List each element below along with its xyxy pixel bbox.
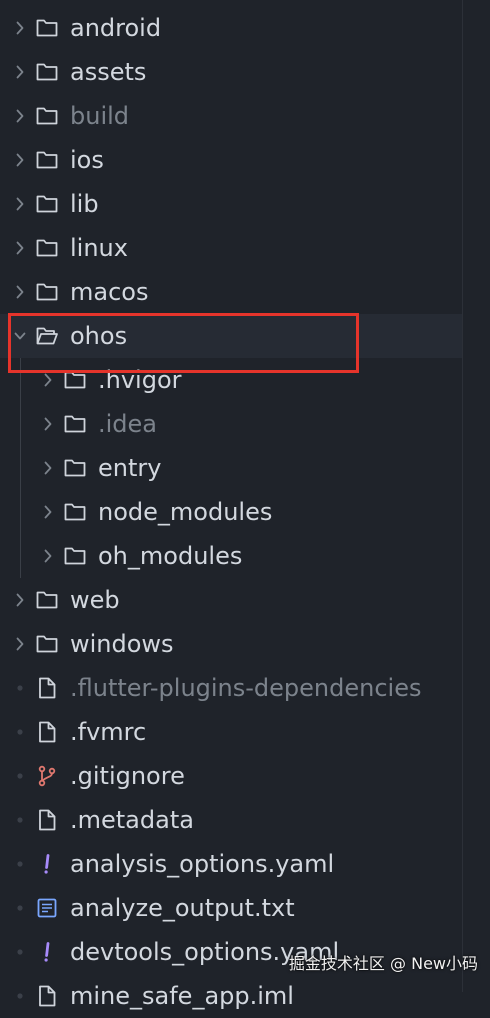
folder-icon: [36, 239, 58, 257]
tree-item-label: analysis_options.yaml: [70, 850, 335, 878]
chevron-down-icon[interactable]: [14, 329, 26, 343]
chevron-right-icon[interactable]: [14, 637, 26, 651]
tree-item-label: ios: [70, 146, 104, 174]
file-row-dot-fvmrc[interactable]: .fvmrc: [0, 710, 462, 754]
bullet-dot-icon: [17, 993, 23, 999]
bullet-dot-icon: [17, 729, 23, 735]
chevron-right-icon[interactable]: [14, 153, 26, 167]
folder-row-build[interactable]: build: [0, 94, 462, 138]
chevron-right-icon[interactable]: [14, 109, 26, 123]
tree-item-label: assets: [70, 58, 147, 86]
file-row-dot-gitignore[interactable]: .gitignore: [0, 754, 462, 798]
file-explorer: android assets build ios lib linux macos ohos .h…: [0, 0, 490, 1010]
file-icon: [39, 677, 56, 699]
folder-row-linux[interactable]: linux: [0, 226, 462, 270]
folder-row-dot-idea[interactable]: .idea: [0, 402, 462, 446]
chevron-right-icon[interactable]: [14, 197, 26, 211]
tree-item-label: oh_modules: [98, 542, 243, 570]
tree-item-label: .flutter-plugins-dependencies: [70, 674, 422, 702]
tree-item-label: ohos: [70, 322, 128, 350]
folder-row-ios[interactable]: ios: [0, 138, 462, 182]
bullet-dot-icon: [17, 905, 23, 911]
folder-row-macos[interactable]: macos: [0, 270, 462, 314]
text-file-icon: [37, 898, 57, 918]
tree-item-label: macos: [70, 278, 149, 306]
chevron-right-icon[interactable]: [14, 285, 26, 299]
folder-icon: [36, 195, 58, 213]
folder-icon: [36, 591, 58, 609]
chevron-right-icon[interactable]: [14, 241, 26, 255]
file-icon: [39, 721, 56, 743]
file-icon: [39, 985, 56, 1007]
tree-item-label: web: [70, 586, 120, 614]
chevron-right-icon[interactable]: [14, 593, 26, 607]
folder-row-oh-modules[interactable]: oh_modules: [0, 534, 462, 578]
tree-item-label: .idea: [98, 410, 158, 438]
folder-icon: [36, 19, 58, 37]
folder-row-entry[interactable]: entry: [0, 446, 462, 490]
folder-icon: [36, 283, 58, 301]
tree-item-label: lib: [70, 190, 99, 218]
tree-item-label: .hvigor: [98, 366, 182, 394]
git-branch-icon: [38, 765, 56, 787]
folder-icon: [64, 371, 86, 389]
chevron-right-icon[interactable]: [42, 549, 54, 563]
file-icon: [39, 809, 56, 831]
folder-row-web[interactable]: web: [0, 578, 462, 622]
file-row-dot-flutter-plugins-dependencies[interactable]: .flutter-plugins-dependencies: [0, 666, 462, 710]
folder-row-dot-hvigor[interactable]: .hvigor: [0, 358, 462, 402]
chevron-right-icon[interactable]: [42, 461, 54, 475]
folder-row-ohos[interactable]: ohos: [0, 314, 462, 358]
folder-icon: [36, 63, 58, 81]
tree-item-label: build: [70, 102, 130, 130]
folder-row-node-modules[interactable]: node_modules: [0, 490, 462, 534]
chevron-right-icon[interactable]: [42, 505, 54, 519]
folder-icon: [36, 635, 58, 653]
scrollbar-track[interactable]: [462, 0, 463, 992]
tree-item-label: linux: [70, 234, 128, 262]
folder-row-lib[interactable]: lib: [0, 182, 462, 226]
folder-icon: [64, 503, 86, 521]
folder-icon: [64, 415, 86, 433]
bullet-dot-icon: [17, 685, 23, 691]
file-row-analysis-options-yaml[interactable]: analysis_options.yaml: [0, 842, 462, 886]
folder-row-android[interactable]: android: [0, 6, 462, 50]
tree-item-label: analyze_output.txt: [70, 894, 295, 922]
bullet-dot-icon: [17, 817, 23, 823]
watermark-text: 掘金技术社区 @ New小码: [288, 954, 478, 973]
yaml-exclamation-icon: [44, 942, 50, 962]
chevron-right-icon[interactable]: [42, 417, 54, 431]
bullet-dot-icon: [17, 949, 23, 955]
tree-item-label: mine_safe_app.iml: [70, 982, 294, 1010]
folder-icon: [64, 459, 86, 477]
folder-row-assets[interactable]: assets: [0, 50, 462, 94]
folder-icon: [36, 151, 58, 169]
tree-item-label: windows: [70, 630, 174, 658]
tree-item-label: .gitignore: [70, 762, 185, 790]
tree-item-label: .fvmrc: [70, 718, 147, 746]
chevron-right-icon[interactable]: [42, 373, 54, 387]
chevron-right-icon[interactable]: [14, 21, 26, 35]
file-row-mine-safe-app-iml[interactable]: mine_safe_app.iml: [0, 974, 462, 1018]
file-row-analyze-output-txt[interactable]: analyze_output.txt: [0, 886, 462, 930]
tree-item-label: .metadata: [70, 806, 194, 834]
bullet-dot-icon: [17, 861, 23, 867]
folder-icon: [64, 547, 86, 565]
tree-item-label: node_modules: [98, 498, 273, 526]
tree-item-label: entry: [98, 454, 162, 482]
tree-item-label: android: [70, 14, 162, 42]
folder-icon: [36, 107, 58, 125]
yaml-exclamation-icon: [44, 854, 50, 874]
folder-open-icon: [36, 327, 58, 345]
bullet-dot-icon: [17, 773, 23, 779]
file-row-dot-metadata[interactable]: .metadata: [0, 798, 462, 842]
chevron-right-icon[interactable]: [14, 65, 26, 79]
folder-row-windows[interactable]: windows: [0, 622, 462, 666]
